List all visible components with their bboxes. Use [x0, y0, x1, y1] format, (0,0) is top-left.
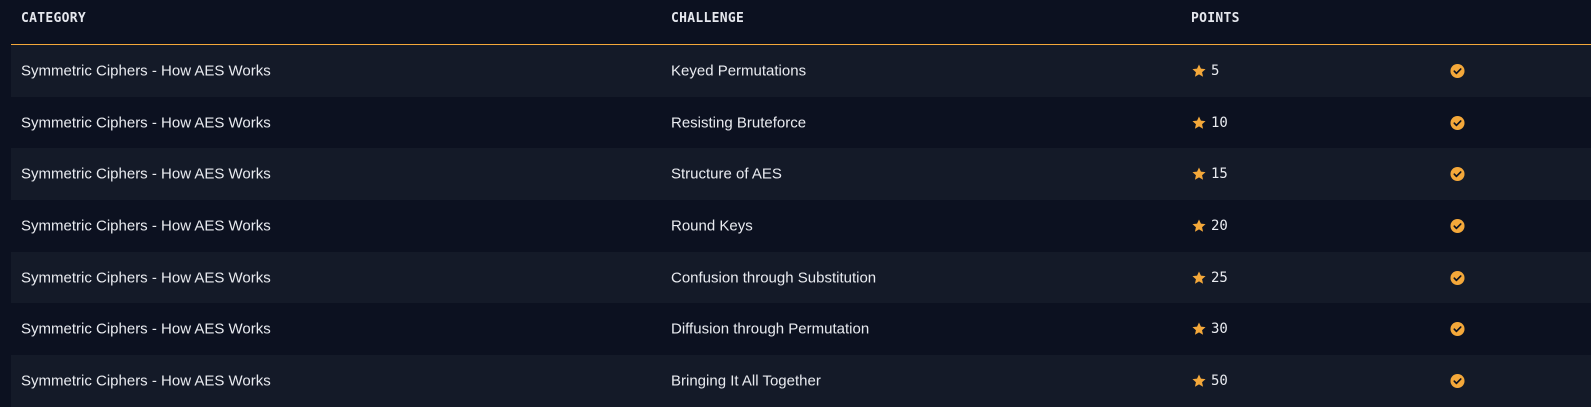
solved-cell: [1450, 63, 1465, 78]
check-circle-icon: [1450, 322, 1465, 337]
challenge-cell[interactable]: Round Keys: [671, 217, 753, 234]
category-cell: Symmetric Ciphers - How AES Works: [21, 320, 271, 338]
table-body: Symmetric Ciphers - How AES Works Keyed …: [11, 45, 1591, 407]
challenge-cell[interactable]: Diffusion through Permutation: [671, 321, 869, 338]
solved-cell: [1450, 373, 1465, 388]
solved-cell: [1450, 167, 1465, 182]
star-icon: [1191, 218, 1207, 234]
points-value: 30: [1211, 321, 1228, 338]
points-cell: 10: [1191, 115, 1228, 131]
points-value: 20: [1211, 217, 1228, 234]
challenges-table: CATEGORY CHALLENGE POINTS Symmetric Ciph…: [11, 0, 1591, 407]
points-cell: 50: [1191, 373, 1228, 389]
check-circle-icon: [1450, 373, 1465, 388]
check-circle-icon: [1450, 218, 1465, 233]
points-cell: 20: [1191, 218, 1228, 234]
challenge-cell[interactable]: Confusion through Substitution: [671, 269, 876, 286]
table-row[interactable]: Symmetric Ciphers - How AES Works Resist…: [11, 96, 1591, 149]
solved-cell: [1450, 218, 1465, 233]
points-value: 5: [1211, 62, 1220, 79]
check-circle-icon: [1450, 167, 1465, 182]
table-header: CATEGORY CHALLENGE POINTS: [11, 0, 1591, 45]
points-cell: 25: [1191, 270, 1228, 286]
challenge-cell[interactable]: Keyed Permutations: [671, 62, 806, 79]
column-header-points[interactable]: POINTS: [1191, 11, 1240, 26]
category-cell: Symmetric Ciphers - How AES Works: [21, 114, 271, 132]
star-icon: [1191, 373, 1207, 389]
points-cell: 15: [1191, 166, 1228, 182]
table-row[interactable]: Symmetric Ciphers - How AES Works Bringi…: [11, 355, 1591, 407]
check-circle-icon: [1450, 115, 1465, 130]
table-row[interactable]: Symmetric Ciphers - How AES Works Keyed …: [11, 45, 1591, 97]
column-header-category[interactable]: CATEGORY: [21, 11, 86, 26]
check-circle-icon: [1450, 63, 1465, 78]
category-cell: Symmetric Ciphers - How AES Works: [21, 62, 271, 80]
category-cell: Symmetric Ciphers - How AES Works: [21, 269, 271, 287]
table-row[interactable]: Symmetric Ciphers - How AES Works Confus…: [11, 251, 1591, 304]
points-value: 10: [1211, 114, 1228, 131]
star-icon: [1191, 166, 1207, 182]
solved-cell: [1450, 270, 1465, 285]
solved-cell: [1450, 322, 1465, 337]
check-circle-icon: [1450, 270, 1465, 285]
table-row[interactable]: Symmetric Ciphers - How AES Works Diffus…: [11, 303, 1591, 356]
table-row[interactable]: Symmetric Ciphers - How AES Works Round …: [11, 200, 1591, 252]
category-cell: Symmetric Ciphers - How AES Works: [21, 217, 271, 235]
challenge-cell[interactable]: Bringing It All Together: [671, 372, 821, 389]
table-row[interactable]: Symmetric Ciphers - How AES Works Struct…: [11, 148, 1591, 201]
points-value: 50: [1211, 372, 1228, 389]
star-icon: [1191, 63, 1207, 79]
solved-cell: [1450, 115, 1465, 130]
category-cell: Symmetric Ciphers - How AES Works: [21, 165, 271, 183]
points-cell: 5: [1191, 63, 1219, 79]
column-header-challenge[interactable]: CHALLENGE: [671, 11, 744, 26]
star-icon: [1191, 115, 1207, 131]
points-value: 25: [1211, 269, 1228, 286]
points-cell: 30: [1191, 321, 1228, 337]
star-icon: [1191, 321, 1207, 337]
category-cell: Symmetric Ciphers - How AES Works: [21, 372, 271, 390]
star-icon: [1191, 270, 1207, 286]
challenge-cell[interactable]: Resisting Bruteforce: [671, 114, 806, 131]
points-value: 15: [1211, 166, 1228, 183]
challenge-cell[interactable]: Structure of AES: [671, 166, 782, 183]
